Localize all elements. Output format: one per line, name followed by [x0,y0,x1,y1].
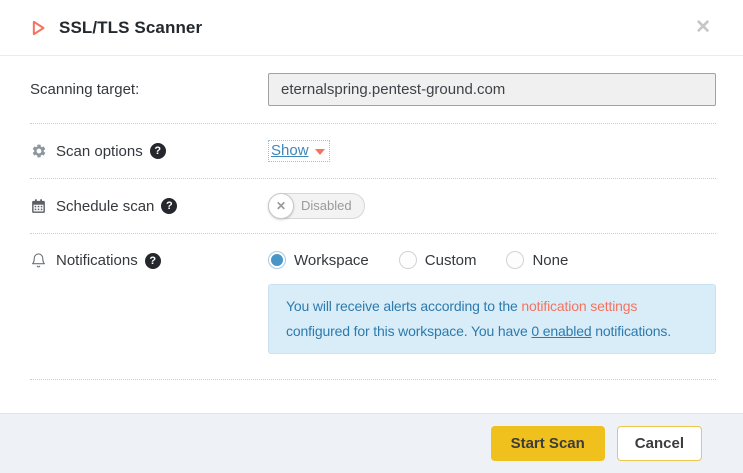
radio-none[interactable]: None [506,251,568,269]
notifications-label-col: Notifications ? [30,249,268,269]
notification-settings-link[interactable]: notification settings [521,298,637,314]
caret-down-icon [315,149,325,155]
info-text-part1: You will receive alerts according to the [286,298,521,314]
toggle-state-label: Disabled [294,198,361,214]
radio-custom-circle [399,251,417,269]
scan-options-row: Scan options ? Show [30,124,716,178]
modal-header: SSL/TLS Scanner ✕ [0,0,743,56]
modal-footer: Start Scan Cancel [0,413,743,473]
cancel-button[interactable]: Cancel [617,426,702,461]
notification-info-text: You will receive alerts according to the… [286,294,698,344]
modal-title: SSL/TLS Scanner [59,18,202,38]
schedule-scan-control: ✕ Disabled [268,193,716,219]
info-text-part2: configured for this workspace. You have [286,323,531,339]
notifications-controls: Workspace Custom None You will receive a… [268,249,716,354]
info-text-part3: notifications. [592,323,671,339]
scanning-target-input[interactable] [268,73,716,106]
schedule-scan-toggle[interactable]: ✕ Disabled [268,193,365,219]
scanning-target-label: Scanning target: [30,81,139,98]
notifications-label: Notifications [56,252,138,269]
toggle-x-icon: ✕ [268,193,294,219]
radio-workspace-circle [268,251,286,269]
radio-workspace[interactable]: Workspace [268,251,369,269]
scan-options-control: Show [268,140,716,162]
radio-custom[interactable]: Custom [399,251,477,269]
notification-info-box: You will receive alerts according to the… [268,284,716,354]
scan-options-label-col: Scan options ? [30,143,268,160]
notifications-help-icon[interactable]: ? [145,253,161,269]
modal-body: Scanning target: Scan options ? Show [0,56,743,413]
schedule-scan-row: Schedule scan ? ✕ Disabled [30,179,716,233]
radio-custom-label: Custom [425,252,477,269]
notifications-row: Notifications ? Workspace Custom None [30,234,716,379]
schedule-scan-help-icon[interactable]: ? [161,198,177,214]
show-options-link-label: Show [271,142,309,159]
calendar-icon [30,198,47,215]
scan-options-label: Scan options [56,143,143,160]
scanning-target-row: Scanning target: [30,56,716,123]
scanning-target-label-col: Scanning target: [30,81,268,98]
schedule-scan-label: Schedule scan [56,198,154,215]
radio-none-circle [506,251,524,269]
close-icon[interactable]: ✕ [691,16,715,39]
radio-none-label: None [532,252,568,269]
scan-options-help-icon[interactable]: ? [150,143,166,159]
notifications-radio-group: Workspace Custom None [268,249,716,271]
radio-workspace-label: Workspace [294,252,369,269]
ssl-tls-scanner-modal: SSL/TLS Scanner ✕ Scanning target: Scan [0,0,743,473]
bell-icon [30,252,47,269]
enabled-notifications-link[interactable]: 0 enabled [531,323,591,339]
bottom-spacer [30,380,716,413]
scanning-target-control [268,73,716,106]
scanner-play-icon [28,17,48,39]
schedule-scan-label-col: Schedule scan ? [30,198,268,215]
show-options-link[interactable]: Show [268,140,330,162]
gear-icon [30,143,47,160]
start-scan-button[interactable]: Start Scan [491,426,605,461]
